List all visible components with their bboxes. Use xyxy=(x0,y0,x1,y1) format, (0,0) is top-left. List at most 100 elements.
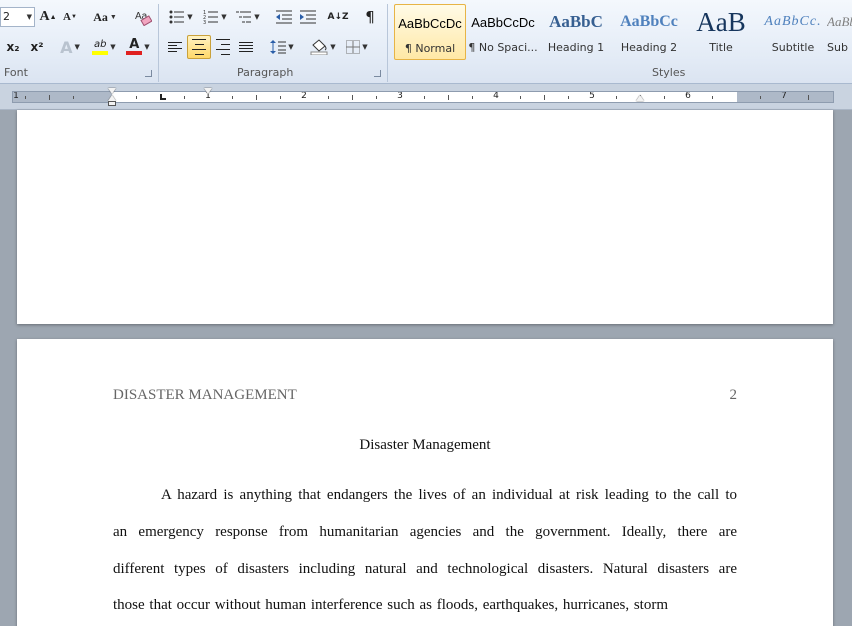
superscript-button[interactable]: x² xyxy=(26,36,48,58)
borders-icon xyxy=(346,40,361,54)
change-case-button[interactable]: Aa ▼ xyxy=(90,6,120,28)
bullets-button[interactable]: ▼ xyxy=(166,6,196,28)
font-dialog-launcher-icon[interactable] xyxy=(145,70,152,77)
style-subtle-emphasis[interactable]: AaBb Sub xyxy=(827,4,852,60)
paragraph-line: different types of disasters including n… xyxy=(113,561,737,577)
ruler-tick xyxy=(760,96,761,99)
shrink-font-icon: A xyxy=(63,11,71,23)
ruler-left-margin xyxy=(13,92,112,102)
ruler-number: 5 xyxy=(589,91,595,101)
highlight-color-button[interactable]: ab ▼ xyxy=(88,36,120,58)
font-group-label: Font xyxy=(4,66,28,79)
style-heading-1[interactable]: AaBbC Heading 1 xyxy=(540,4,612,60)
style-title[interactable]: AaB Title xyxy=(685,4,757,60)
ruler-tick xyxy=(232,96,233,99)
ruler-tick xyxy=(424,96,425,99)
show-hide-button[interactable]: ¶ xyxy=(359,6,381,28)
style-name: ¶ Normal xyxy=(404,42,456,55)
align-left-button[interactable] xyxy=(164,36,186,58)
decrease-indent-button[interactable] xyxy=(273,6,295,28)
ruler-number: 3 xyxy=(397,91,403,101)
font-size-value: 2 xyxy=(3,10,10,23)
paragraph-dialog-launcher-icon[interactable] xyxy=(374,70,381,77)
font-size-combobox[interactable]: 2 ▼ xyxy=(0,7,35,27)
style-no-spacing[interactable]: AaBbCcDc ¶ No Spaci... xyxy=(467,4,539,60)
ruler-tick xyxy=(49,95,50,100)
group-divider xyxy=(387,4,388,82)
ruler-tick xyxy=(184,96,185,99)
ruler-bar: 1 1 2 3 4 5 6 7 xyxy=(0,84,852,110)
bullets-icon xyxy=(169,10,185,24)
horizontal-ruler[interactable]: 1 1 2 3 4 5 6 7 xyxy=(12,91,834,103)
align-center-icon xyxy=(192,37,206,57)
page-1[interactable] xyxy=(17,110,833,324)
ruler-tick xyxy=(352,95,353,100)
subscript-button[interactable]: x₂ xyxy=(2,36,24,58)
align-right-icon xyxy=(216,37,230,57)
font-color-button[interactable]: A ▼ xyxy=(122,36,154,58)
shrink-font-button[interactable]: A ▼ xyxy=(60,6,80,28)
clear-formatting-icon: Aa xyxy=(135,11,152,26)
align-center-button[interactable] xyxy=(187,35,211,59)
paint-bucket-icon xyxy=(310,39,328,55)
ruler-tick xyxy=(616,96,617,99)
style-name: ¶ No Spaci... xyxy=(468,41,538,54)
text-effects-icon: A xyxy=(60,37,73,57)
multilevel-list-button[interactable]: ▼ xyxy=(233,6,263,28)
ruler-tick xyxy=(73,96,74,99)
grow-font-button[interactable]: A ▲ xyxy=(38,6,58,28)
styles-gallery: AaBbCcDc ¶ Normal AaBbCcDc ¶ No Spaci...… xyxy=(393,4,852,62)
text-effects-button[interactable]: A ▼ xyxy=(56,36,84,58)
ruler-tick xyxy=(712,96,713,99)
sort-icon: A↓Z xyxy=(327,12,349,22)
first-line-indent-marker[interactable] xyxy=(108,88,116,94)
align-right-button[interactable] xyxy=(212,36,234,58)
borders-button[interactable]: ▼ xyxy=(342,36,372,58)
style-sample: AaBb xyxy=(827,14,852,29)
ruler-tick xyxy=(25,96,26,99)
shading-button[interactable]: ▼ xyxy=(308,36,338,58)
justify-icon xyxy=(239,40,253,54)
ruler-tick xyxy=(520,96,521,99)
line-spacing-button[interactable]: ▼ xyxy=(267,36,297,58)
ruler-number: 7 xyxy=(781,91,787,101)
group-divider xyxy=(158,4,159,82)
first-line-indent-marker[interactable] xyxy=(204,88,212,94)
document-title: Disaster Management xyxy=(359,437,491,453)
page-number: 2 xyxy=(729,387,738,403)
chevron-down-icon[interactable]: ▼ xyxy=(27,8,32,26)
ruler-number: 1 xyxy=(13,91,19,101)
change-case-icon: Aa xyxy=(93,9,108,24)
justify-button[interactable] xyxy=(235,36,257,58)
style-heading-2[interactable]: AaBbCc Heading 2 xyxy=(613,4,685,60)
highlighter-icon: ab xyxy=(94,38,107,50)
ruler-tick xyxy=(136,96,137,99)
style-sample: AaBbCc xyxy=(620,13,678,30)
left-indent-marker[interactable] xyxy=(108,101,116,106)
ruler-number: 6 xyxy=(685,91,691,101)
style-sample: AaBbCcDc xyxy=(471,14,535,30)
styles-group-label: Styles xyxy=(652,66,686,79)
right-indent-marker[interactable] xyxy=(636,95,644,101)
style-normal[interactable]: AaBbCcDc ¶ Normal xyxy=(394,4,466,60)
clear-formatting-button[interactable]: Aa xyxy=(131,6,155,28)
svg-text:3: 3 xyxy=(203,20,206,24)
style-name: Subtitle xyxy=(771,41,815,54)
sort-button[interactable]: A↓Z xyxy=(327,6,349,28)
numbering-button[interactable]: 1 2 3 ▼ xyxy=(200,6,230,28)
style-name: Title xyxy=(709,41,733,54)
style-subtitle[interactable]: AaBbCc. Subtitle xyxy=(757,4,829,60)
pilcrow-icon: ¶ xyxy=(365,8,375,26)
ruler-tick xyxy=(808,95,809,100)
increase-indent-button[interactable] xyxy=(297,6,319,28)
page-2[interactable]: DISASTER MANAGEMENT 2 Disaster Managemen… xyxy=(17,339,833,626)
font-color-icon: A xyxy=(129,37,140,52)
ruler-number: 4 xyxy=(493,91,499,101)
tab-stop-marker[interactable] xyxy=(160,94,166,100)
paragraph-line: those that occur without human interfere… xyxy=(113,597,668,613)
align-left-icon xyxy=(168,40,182,54)
line-spacing-icon xyxy=(270,40,287,54)
style-sample: AaBbCcDc xyxy=(398,15,462,31)
superscript-icon: x² xyxy=(30,40,44,54)
ruler-tick xyxy=(664,96,665,99)
